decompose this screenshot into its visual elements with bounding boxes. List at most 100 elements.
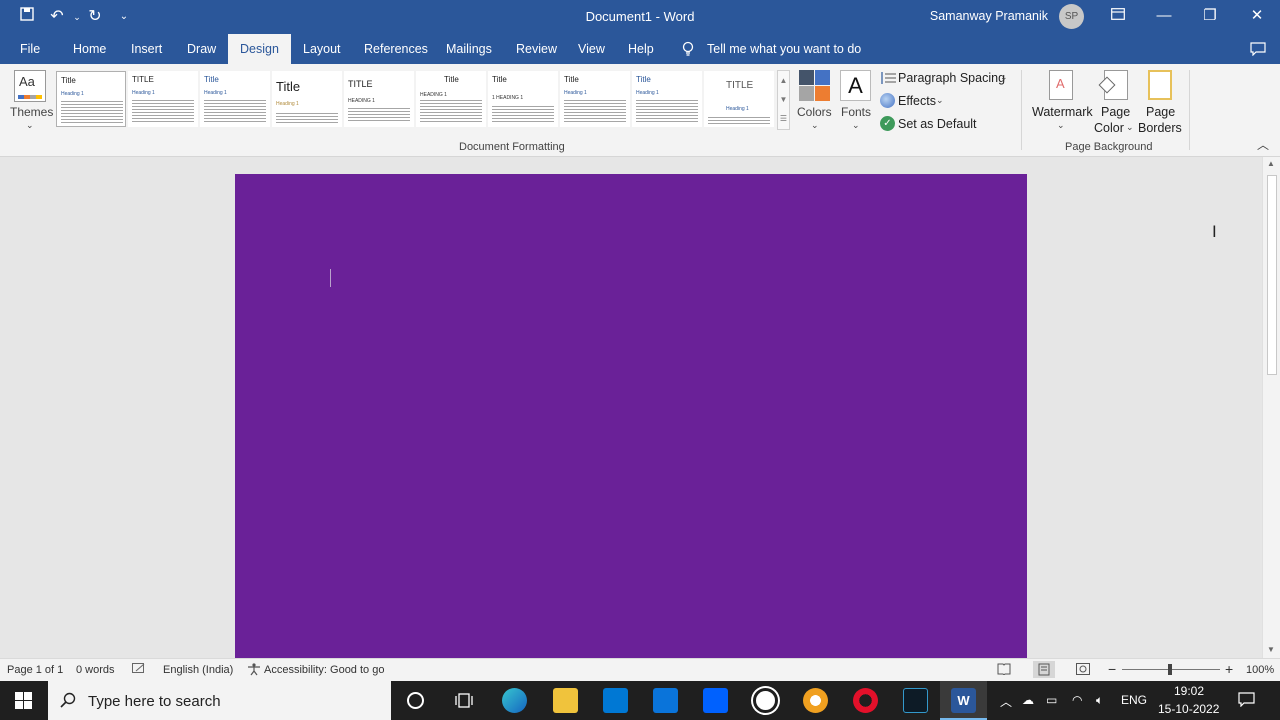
minimize-icon[interactable]: — — [1141, 0, 1187, 34]
page-borders-label-2[interactable]: Borders — [1138, 121, 1182, 135]
web-layout-icon[interactable] — [1076, 663, 1090, 678]
clock-time[interactable]: 19:02 — [1174, 684, 1204, 698]
comments-icon[interactable] — [1250, 42, 1266, 61]
zoom-level[interactable]: 100% — [1246, 664, 1274, 676]
effects-icon — [880, 93, 895, 108]
collapse-ribbon-icon[interactable]: ︿ — [1257, 136, 1269, 153]
word-count[interactable]: 0 words — [76, 664, 115, 676]
style-set-8[interactable]: Title Heading 1 — [560, 71, 630, 127]
style-set-5[interactable]: TITLE HEADING 1 — [344, 71, 414, 127]
mail-icon[interactable] — [653, 688, 678, 713]
tab-layout[interactable]: Layout — [291, 34, 353, 64]
search-icon — [60, 692, 76, 713]
browser-icon[interactable] — [803, 688, 828, 713]
style-set-7[interactable]: Title 1 HEADING 1 — [488, 71, 558, 127]
task-view-icon[interactable] — [455, 692, 473, 714]
close-icon[interactable]: ✕ — [1234, 0, 1280, 34]
paragraph-spacing-dropdown-icon[interactable]: ⌄ — [1000, 72, 1008, 83]
read-mode-icon[interactable] — [997, 663, 1011, 678]
colors-dropdown-icon[interactable]: ⌄ — [811, 120, 819, 131]
word-taskbar-button[interactable]: W — [940, 681, 987, 720]
fonts-label[interactable]: Fonts — [841, 105, 871, 119]
ribbon-display-options-icon[interactable] — [1095, 0, 1141, 34]
vertical-scrollbar[interactable]: ▲ ▼ — [1262, 157, 1280, 658]
style-set-6[interactable]: Title HEADING 1 — [416, 71, 486, 127]
print-layout-icon[interactable] — [1033, 661, 1055, 678]
tab-insert[interactable]: Insert — [119, 34, 174, 64]
page-borders-label-1[interactable]: Page — [1146, 105, 1175, 119]
tab-design[interactable]: Design — [228, 34, 291, 64]
wifi-icon[interactable]: ◠ — [1072, 693, 1082, 707]
page-color-label-1[interactable]: Page — [1101, 105, 1130, 119]
language[interactable]: English (India) — [163, 664, 233, 676]
style-set-9[interactable]: Title Heading 1 — [632, 71, 702, 127]
fonts-dropdown-icon[interactable]: ⌄ — [852, 120, 860, 131]
word-icon: W — [951, 688, 976, 713]
tab-references[interactable]: References — [352, 34, 440, 64]
notifications-icon[interactable] — [1238, 692, 1255, 712]
themes-icon[interactable]: Aa — [14, 70, 46, 102]
cortana-icon[interactable] — [407, 692, 424, 709]
style-set-4[interactable]: Title Heading 1 — [272, 71, 342, 127]
zoom-slider-handle[interactable] — [1168, 664, 1172, 675]
zoom-out-button[interactable]: − — [1108, 661, 1116, 677]
page-color-icon[interactable] — [1098, 70, 1128, 100]
paragraph-spacing-button[interactable]: Paragraph Spacing — [898, 71, 1005, 85]
watermark-label[interactable]: Watermark — [1032, 105, 1093, 119]
style-set-1[interactable]: Title Heading 1 — [56, 71, 126, 127]
fonts-icon[interactable]: A — [840, 70, 871, 101]
proofing-icon[interactable] — [132, 663, 146, 678]
tab-mailings[interactable]: Mailings — [434, 34, 504, 64]
battery-icon[interactable]: ▭ — [1046, 693, 1057, 707]
clock-date[interactable]: 15-10-2022 — [1158, 702, 1219, 716]
page-borders-icon[interactable] — [1148, 70, 1172, 100]
gallery-scroll[interactable]: ▲ ▼ ☰ — [777, 70, 790, 130]
windows-start-icon[interactable] — [15, 692, 32, 714]
themes-label[interactable]: Themes — [10, 105, 53, 119]
page-color-label-2[interactable]: Color — [1094, 121, 1124, 135]
tab-help[interactable]: Help — [616, 34, 666, 64]
tab-home[interactable]: Home — [61, 34, 118, 64]
restore-icon[interactable]: ❐ — [1187, 0, 1233, 34]
accessibility-status[interactable]: Accessibility: Good to go — [264, 664, 384, 676]
tell-me-search[interactable]: Tell me what you want to do — [707, 34, 861, 64]
tab-review[interactable]: Review — [504, 34, 569, 64]
watermark-icon[interactable]: A — [1049, 70, 1073, 100]
opera-icon[interactable] — [853, 688, 878, 713]
edge-icon[interactable] — [502, 688, 527, 713]
tab-view[interactable]: View — [566, 34, 617, 64]
tab-file[interactable]: File — [8, 34, 52, 64]
style-set-3[interactable]: Title Heading 1 — [200, 71, 270, 127]
input-language[interactable]: ENG — [1121, 693, 1147, 707]
effects-button[interactable]: Effects — [898, 94, 936, 108]
colors-label[interactable]: Colors — [797, 105, 832, 119]
effects-dropdown-icon[interactable]: ⌄ — [936, 95, 944, 106]
show-hidden-icons[interactable]: ︿ — [1000, 693, 1012, 710]
colors-icon[interactable] — [799, 70, 830, 101]
page-color-dropdown-icon[interactable]: ⌄ — [1126, 122, 1134, 133]
style-set-10[interactable]: TITLE Heading 1 — [704, 71, 774, 127]
ribbon: Aa Themes ⌄ Title Heading 1 TITLE Heading … — [0, 64, 1280, 157]
microsoft-store-icon[interactable] — [603, 688, 628, 713]
chatgpt-icon[interactable] — [753, 688, 778, 713]
screen-recorder-icon[interactable] — [903, 688, 928, 713]
avatar[interactable]: SP — [1059, 4, 1084, 29]
themes-dropdown-icon[interactable]: ⌄ — [26, 120, 34, 131]
volume-icon[interactable]: 🔈︎ — [1096, 693, 1103, 708]
page-count[interactable]: Page 1 of 1 — [7, 664, 63, 676]
set-as-default-button[interactable]: Set as Default — [898, 117, 977, 131]
file-explorer-icon[interactable] — [553, 688, 578, 713]
scroll-up-icon[interactable]: ▲ — [1267, 159, 1275, 168]
scroll-down-icon[interactable]: ▼ — [1267, 645, 1275, 654]
user-name[interactable]: Samanway Pramanik — [930, 9, 1048, 23]
tab-draw[interactable]: Draw — [175, 34, 228, 64]
scrollbar-thumb[interactable] — [1267, 175, 1277, 375]
onedrive-icon[interactable]: ☁ — [1022, 693, 1034, 707]
style-set-2[interactable]: TITLE Heading 1 — [128, 71, 198, 127]
zoom-in-button[interactable]: + — [1225, 661, 1233, 677]
taskbar-search-box[interactable]: Type here to search — [48, 681, 391, 720]
dropbox-icon[interactable] — [703, 688, 728, 713]
watermark-dropdown-icon[interactable]: ⌄ — [1057, 120, 1065, 131]
paragraph-spacing-icon — [880, 71, 896, 90]
document-page[interactable] — [235, 174, 1027, 658]
